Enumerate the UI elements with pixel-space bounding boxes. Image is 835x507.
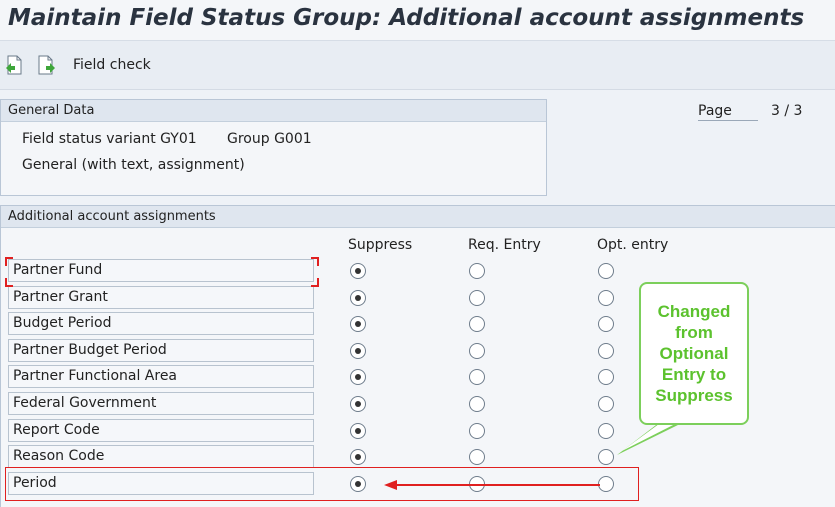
callout-line: Suppress xyxy=(655,386,733,405)
fund-corner-bottom-right xyxy=(311,278,319,287)
fund-corner-top-right xyxy=(311,257,319,266)
annotation-overlay xyxy=(5,257,684,490)
callout-line: Entry to xyxy=(661,365,727,384)
callout-pointer xyxy=(617,422,684,455)
change-callout: Changed from Optional Entry to Suppress xyxy=(639,282,749,425)
fund-corner-bottom-left xyxy=(5,278,13,287)
fund-corner-top-left xyxy=(5,257,13,266)
period-row-highlight xyxy=(5,467,639,501)
callout-line: from xyxy=(675,323,713,342)
callout-line: Optional xyxy=(659,344,729,363)
callout-line: Changed xyxy=(657,302,731,321)
